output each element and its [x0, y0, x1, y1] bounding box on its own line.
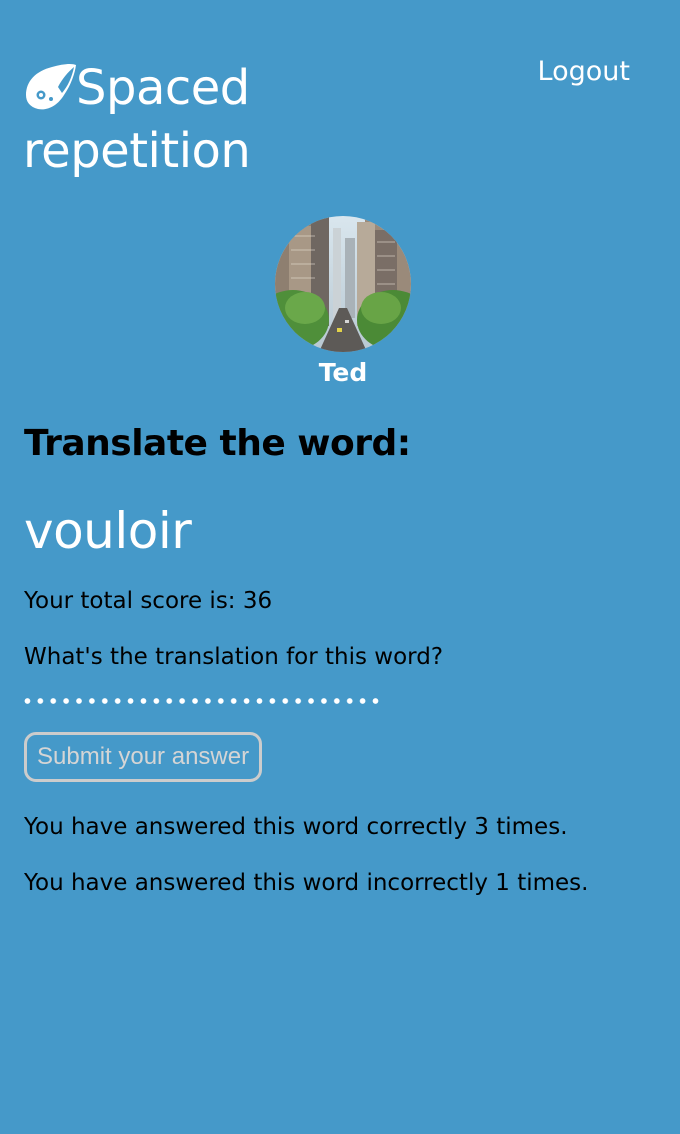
submit-answer-button[interactable]: Submit your answer	[24, 732, 263, 782]
incorrect-count-text: You have answered this word incorrectly …	[24, 870, 589, 896]
total-score: Your total score is: 36	[24, 588, 273, 614]
avatar	[275, 216, 411, 352]
brand-title-line2: repetition	[23, 123, 251, 179]
alien-rocket-icon	[26, 63, 76, 110]
learning-panel: Translate the word: vouloir Your total s…	[24, 420, 664, 900]
brand-title-line1: Spaced	[76, 60, 250, 116]
correct-count-text: You have answered this word correctly 3 …	[24, 814, 568, 840]
username: Ted	[318, 358, 368, 387]
current-word: vouloir	[24, 502, 192, 560]
user-profile: Ted	[0, 216, 680, 390]
app-header: Spaced repetition Logout	[0, 0, 680, 200]
translation-question: What's the translation for this word?	[24, 644, 444, 670]
prompt-title: Translate the word:	[24, 423, 411, 464]
answer-input[interactable]	[24, 696, 384, 706]
logout-link[interactable]: Logout	[538, 56, 630, 87]
